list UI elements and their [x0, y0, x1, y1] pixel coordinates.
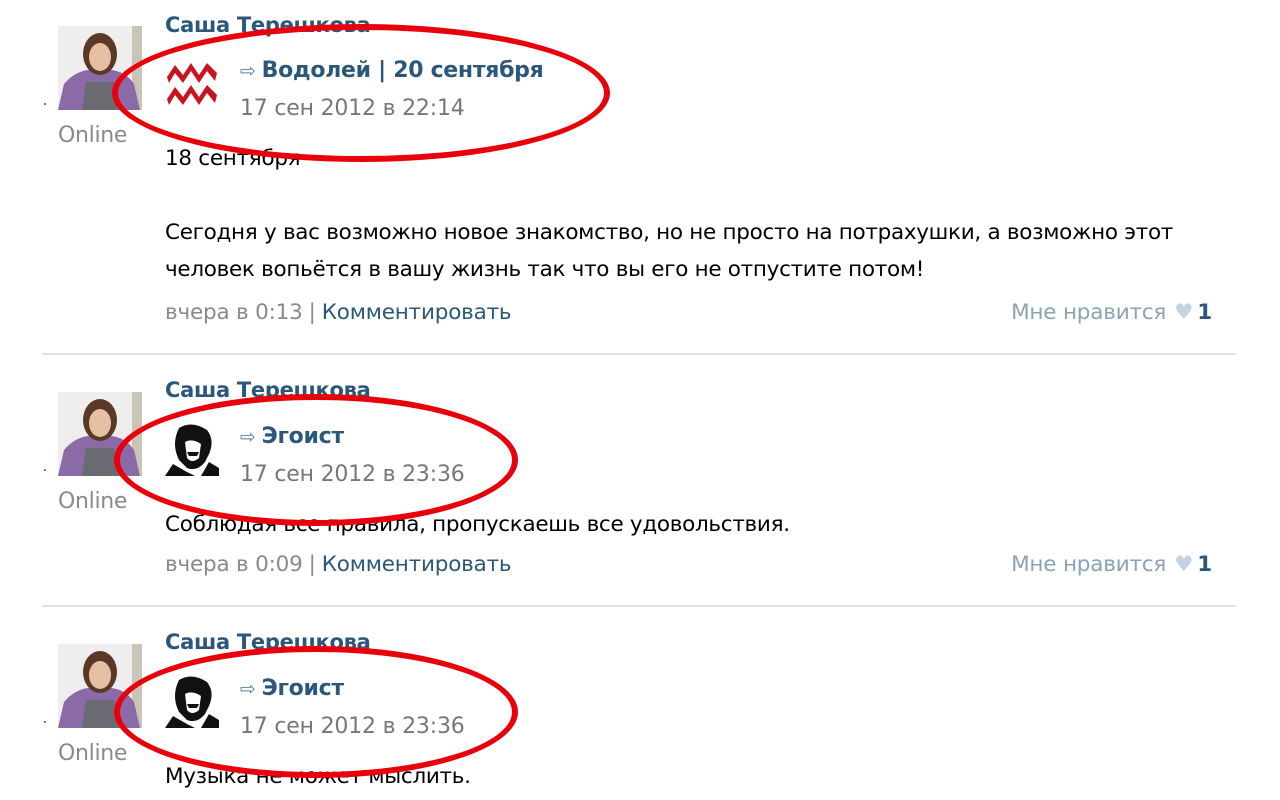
like-button[interactable]: Мне нравится ♥ 1	[1011, 300, 1212, 325]
post-text-line: 18 сентября	[165, 146, 301, 171]
like-label: Мне нравится	[1011, 552, 1167, 577]
like-label: Мне нравится	[1011, 300, 1167, 325]
repost-arrow-icon: ⇨	[240, 426, 256, 448]
comment-button[interactable]: Комментировать	[322, 300, 512, 325]
post-text-line: Соблюдая все правила, пропускаешь все уд…	[165, 512, 790, 537]
joker-icon[interactable]	[165, 422, 219, 476]
post-text: Соблюдая все правила, пропускаешь все уд…	[165, 506, 790, 543]
online-status: Online	[58, 123, 128, 148]
post-divider	[42, 353, 1236, 355]
post-text-line	[165, 177, 1173, 214]
post-author-link[interactable]: Саша Терешкова	[165, 378, 371, 402]
joker-icon[interactable]	[165, 674, 219, 728]
like-count: 1	[1197, 300, 1212, 325]
post-text: Музыка не может мыслить.	[165, 758, 471, 795]
heart-icon: ♥	[1174, 300, 1194, 325]
footer-separator: |	[308, 300, 316, 325]
repost-date: 17 сен 2012 в 22:14	[240, 96, 465, 121]
avatar[interactable]	[58, 26, 142, 110]
post-text-line: Сегодня у вас возможно новое знакомство,…	[165, 220, 1174, 245]
post-author-link[interactable]: Саша Терешкова	[165, 630, 371, 654]
avatar[interactable]	[58, 644, 142, 728]
post-time-link[interactable]: вчера в 0:09	[165, 552, 303, 577]
bullet-dot	[44, 103, 46, 105]
repost-arrow-icon: ⇨	[240, 678, 256, 700]
repost-date: 17 сен 2012 в 23:36	[240, 714, 465, 739]
bullet-dot	[44, 721, 46, 723]
post-footer: вчера в 0:09 | Комментировать	[165, 552, 512, 577]
post-footer: вчера в 0:13 | Комментировать	[165, 300, 512, 325]
repost-source-link[interactable]: ⇨ Эгоист	[240, 424, 344, 449]
repost-source-link[interactable]: ⇨ Эгоист	[240, 676, 344, 701]
like-count: 1	[1197, 552, 1212, 577]
bullet-dot	[44, 469, 46, 471]
repost-title: Эгоист	[261, 424, 344, 449]
heart-icon: ♥	[1174, 552, 1194, 577]
footer-separator: |	[308, 552, 316, 577]
online-status: Online	[58, 741, 128, 766]
repost-date: 17 сен 2012 в 23:36	[240, 462, 465, 487]
repost-arrow-icon: ⇨	[240, 60, 256, 82]
avatar[interactable]	[58, 392, 142, 476]
online-status: Online	[58, 489, 128, 514]
repost-source-link[interactable]: ⇨ Водолей | 20 сентября	[240, 58, 544, 83]
repost-title: Эгоист	[261, 676, 344, 701]
post-author-link[interactable]: Саша Терешкова	[165, 13, 371, 37]
post-text-line: человек вопьётся в вашу жизнь так что вы…	[165, 257, 925, 282]
post-text-line: Музыка не может мыслить.	[165, 764, 471, 789]
post-time-link[interactable]: вчера в 0:13	[165, 300, 303, 325]
like-button[interactable]: Мне нравится ♥ 1	[1011, 552, 1212, 577]
repost-title: Водолей | 20 сентября	[261, 58, 544, 83]
comment-button[interactable]: Комментировать	[322, 552, 512, 577]
post-divider	[42, 605, 1236, 607]
post-text: 18 сентября Сегодня у вас возможно новое…	[165, 140, 1173, 288]
aquarius-icon[interactable]	[165, 55, 219, 109]
